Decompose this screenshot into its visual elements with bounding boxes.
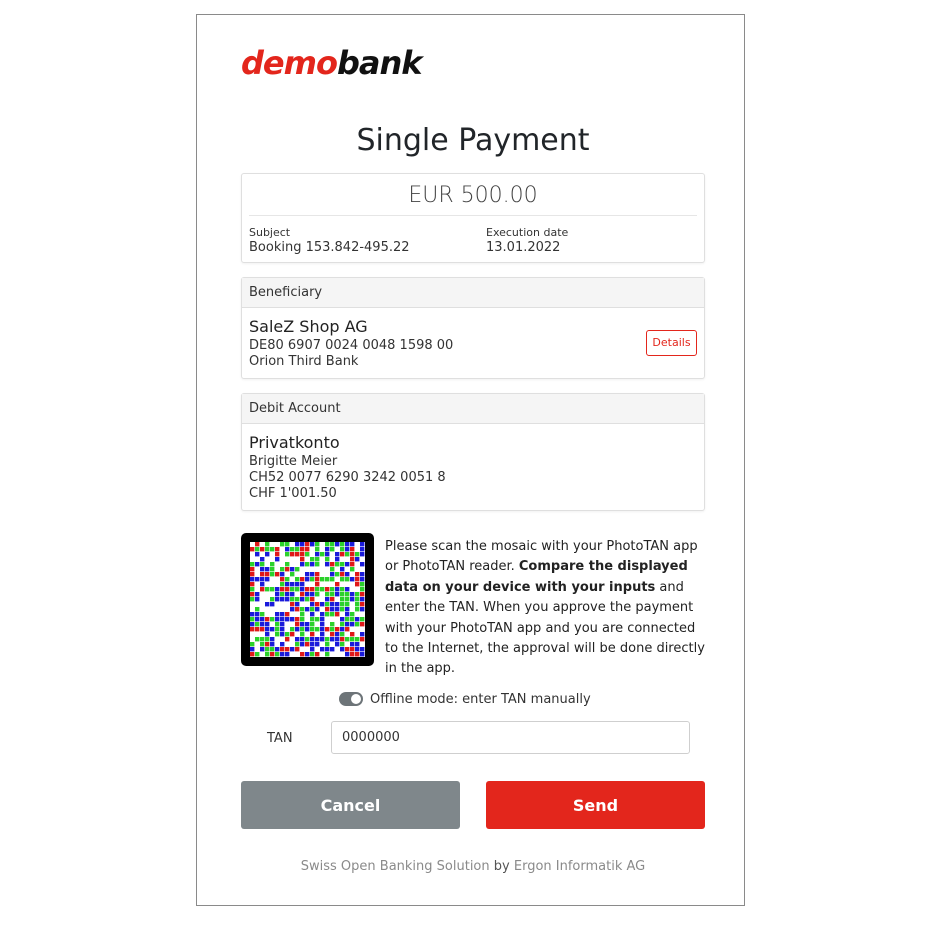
- page-title: Single Payment: [356, 123, 590, 158]
- execution-date-block: Execution date 13.01.2022: [486, 226, 568, 255]
- send-button[interactable]: Send: [486, 781, 705, 829]
- beneficiary-bank: Orion Third Bank: [249, 354, 359, 369]
- phototan-mosaic: [241, 533, 374, 666]
- footer-solution: Swiss Open Banking Solution: [300, 859, 490, 874]
- debit-account-card: Debit Account Privatkonto Brigitte Meier…: [241, 393, 705, 511]
- logo-bank: bank: [336, 44, 423, 82]
- debit-account-balance: CHF 1'001.50: [249, 486, 337, 501]
- amount-card: EUR 500.00 Subject Booking 153.842-495.2…: [241, 173, 705, 263]
- execution-date-label: Execution date: [486, 226, 569, 239]
- payment-amount: EUR 500.00: [249, 174, 697, 216]
- beneficiary-body: SaleZ Shop AG DE80 6907 0024 0048 1598 0…: [242, 308, 704, 379]
- subject-label: Subject: [249, 226, 291, 239]
- footer: Swiss Open Banking Solution by Ergon Inf…: [241, 859, 705, 874]
- beneficiary-name: SaleZ Shop AG: [249, 317, 368, 336]
- beneficiary-header: Beneficiary: [242, 278, 704, 308]
- logo-demo: demo: [241, 44, 338, 82]
- beneficiary-card: Beneficiary SaleZ Shop AG DE80 6907 0024…: [241, 277, 705, 379]
- execution-date-value: 13.01.2022: [486, 240, 561, 255]
- switch-knob: [351, 694, 361, 704]
- offline-mode-label: Offline mode: enter TAN manually: [370, 691, 591, 707]
- footer-by: by: [493, 859, 510, 874]
- payment-panel: demobank Single Payment EUR 500.00 Subje…: [196, 14, 745, 906]
- cancel-button[interactable]: Cancel: [241, 781, 460, 829]
- debit-account-body: Privatkonto Brigitte Meier CH52 0077 629…: [242, 424, 704, 511]
- offline-mode-switch[interactable]: [339, 692, 363, 706]
- tan-label: TAN: [267, 731, 293, 746]
- debit-account-owner: Brigitte Meier: [249, 454, 338, 469]
- demobank-logo: demobank: [241, 43, 422, 83]
- tan-input[interactable]: [331, 721, 690, 754]
- details-button[interactable]: Details: [646, 330, 697, 356]
- mosaic-pattern: [250, 542, 365, 657]
- debit-account-iban: CH52 0077 6290 3242 0051 8: [249, 470, 446, 485]
- scan-instructions: Please scan the mosaic with your PhotoTA…: [385, 537, 707, 680]
- debit-account-name: Privatkonto: [249, 433, 340, 452]
- subject-value: Booking 153.842-495.22: [249, 240, 410, 255]
- offline-mode-row: Offline mode: enter TAN manually: [339, 688, 591, 710]
- beneficiary-iban: DE80 6907 0024 0048 1598 00: [249, 338, 454, 353]
- debit-account-header: Debit Account: [242, 394, 704, 424]
- subject-block: Subject Booking 153.842-495.22: [249, 226, 410, 255]
- footer-company: Ergon Informatik AG: [513, 859, 646, 874]
